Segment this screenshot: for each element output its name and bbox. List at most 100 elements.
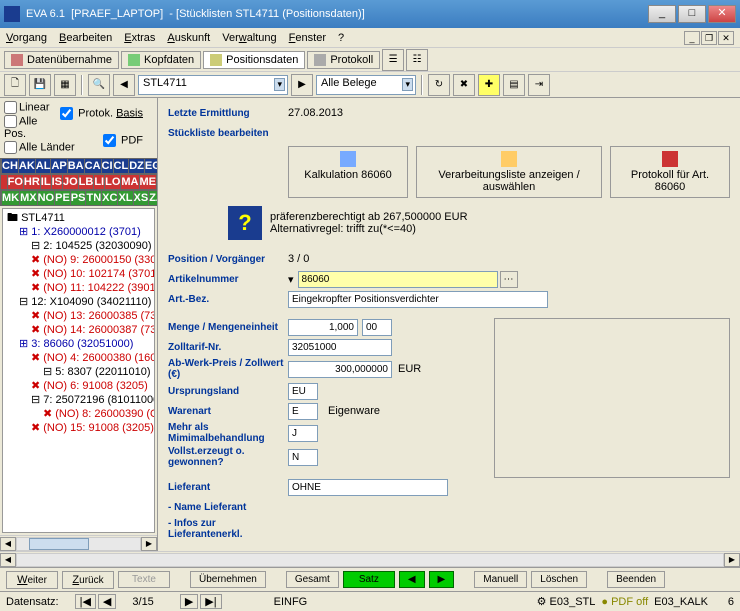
tree-item[interactable]: ✖ (NO) 15: 91008 (3205) xyxy=(7,421,152,435)
menu-verwaltung[interactable]: Verwaltung xyxy=(222,32,276,44)
menu-help[interactable]: ? xyxy=(338,32,344,44)
tb-back-icon[interactable]: ◀ xyxy=(113,74,135,96)
btn-gesamt[interactable]: Gesamt xyxy=(286,571,339,588)
tree-root[interactable]: 🖿 STL4711 xyxy=(5,211,152,225)
tab-extra1[interactable]: ☰ xyxy=(382,49,404,71)
tb-new-icon[interactable]: 🗋 xyxy=(4,74,26,96)
tree-item[interactable]: ⊞ 3: 86060 (32051000) xyxy=(7,337,152,351)
chk-pdf[interactable] xyxy=(103,134,116,147)
tree-item[interactable]: ✖ (NO) 6: 91008 (3205) xyxy=(7,379,152,393)
tab-datenuebernahme[interactable]: Datenübernahme xyxy=(4,51,119,69)
btn-satz-prev[interactable]: ◀ xyxy=(399,571,425,588)
mdi-minimize[interactable]: _ xyxy=(684,31,700,45)
country-grid-1[interactable]: CHAKALAPBACACICLDZEG xyxy=(0,158,157,174)
list-icon xyxy=(501,151,517,167)
tree-item[interactable]: ⊟ 12: X104090 (34021110) xyxy=(7,295,152,309)
letzte-ermittlung-value: 27.08.2013 xyxy=(288,107,343,119)
menu-vorgang[interactable]: VVorgangorgang xyxy=(6,32,47,44)
country-grid-3[interactable]: MKMXNOPEPSTNXCXLXSZA xyxy=(0,190,157,206)
tb-refresh-icon[interactable]: ↻ xyxy=(428,74,450,96)
lieferant-input[interactable] xyxy=(288,479,448,496)
tb-tools-icon[interactable]: ✖ xyxy=(453,74,475,96)
tree-item[interactable]: ⊟ 2: 104525 (32030090) xyxy=(7,239,152,253)
nav-last[interactable]: ▶| xyxy=(200,594,221,609)
tab-protokoll[interactable]: Protokoll xyxy=(307,51,380,69)
menu-auskunft[interactable]: Auskunft xyxy=(167,32,210,44)
minimalbehandlung-input[interactable] xyxy=(288,425,318,442)
menu-fenster[interactable]: Fenster xyxy=(289,32,326,44)
main-hscroll[interactable]: ◀▶ xyxy=(0,551,740,567)
menge-label: Menge / Mengeneinheit xyxy=(168,322,288,333)
artikelnummer-input[interactable] xyxy=(298,271,498,288)
tree-item[interactable]: ✖ (NO) 11: 104222 (39011010) xyxy=(7,281,152,295)
combo-belege[interactable]: Alle Belege xyxy=(316,75,416,95)
position-vorgaenger-label: Position / Vorgänger xyxy=(168,254,288,265)
tree-item[interactable]: ✖ (NO) 10: 102174 (37011010) xyxy=(7,267,152,281)
minimize-button[interactable]: _ xyxy=(648,5,676,23)
tree-item[interactable]: ✖ (NO) 9: 26000150 (33021010) xyxy=(7,253,152,267)
tree-item[interactable]: ✖ (NO) 13: 26000385 (7318220 xyxy=(7,309,152,323)
tree-item[interactable]: ⊞ 1: X260000012 (3701) xyxy=(7,225,152,239)
tree-item[interactable]: ⊟ 5: 8307 (22011010) xyxy=(7,365,152,379)
nav-first[interactable]: |◀ xyxy=(75,594,96,609)
vollst-input[interactable] xyxy=(288,449,318,466)
tb-add-icon[interactable]: ✚ xyxy=(478,74,500,96)
combo-stl[interactable]: STL4711 xyxy=(138,75,288,95)
btn-manuell[interactable]: Manuell xyxy=(474,571,527,588)
name-lieferant-label: - Name Lieferant xyxy=(168,502,288,513)
menge-input[interactable] xyxy=(288,319,358,336)
tb-grid-icon[interactable]: ▤ xyxy=(503,74,525,96)
tree-view[interactable]: 🖿 STL4711 ⊞ 1: X260000012 (3701)⊟ 2: 104… xyxy=(2,208,155,533)
btn-satz[interactable]: Satz xyxy=(343,571,395,588)
tab-kopfdaten[interactable]: Kopfdaten xyxy=(121,51,201,69)
nav-next[interactable]: ▶ xyxy=(180,594,198,609)
praeferenz-text: präferenzberechtigt ab 267,500000 EUR xyxy=(270,211,468,223)
menge-unit-input[interactable] xyxy=(362,319,392,336)
btn-kalkulation[interactable]: Kalkulation 86060 xyxy=(288,146,408,198)
nav-prev[interactable]: ◀ xyxy=(98,594,116,609)
tb-search-icon[interactable]: 🔍 xyxy=(88,74,110,96)
close-button[interactable]: ✕ xyxy=(708,5,736,23)
btn-beenden[interactable]: Beenden xyxy=(607,571,665,588)
chk-protok[interactable] xyxy=(60,107,73,120)
warenart-input[interactable] xyxy=(288,403,318,420)
artbez-input[interactable] xyxy=(288,291,548,308)
zolltarif-input[interactable] xyxy=(288,339,392,356)
btn-loeschen[interactable]: Löschen xyxy=(531,571,587,588)
mdi-close[interactable]: ✕ xyxy=(718,31,734,45)
abwerk-input[interactable] xyxy=(288,361,392,378)
country-grid-2[interactable]: FOHRILISJOLBLILOMAME xyxy=(0,174,157,190)
mdi-restore[interactable]: ❐ xyxy=(701,31,717,45)
detail-panel: Letzte Ermittlung27.08.2013 Stückliste b… xyxy=(158,98,740,551)
tree-item[interactable]: ⊟ 7: 25072196 (81011000) xyxy=(7,393,152,407)
tab-positionsdaten[interactable]: Positionsdaten xyxy=(203,51,305,69)
artnr-lookup-icon[interactable]: ⋯ xyxy=(500,271,518,288)
menu-bearbeiten[interactable]: Bearbeiten xyxy=(59,32,112,44)
maximize-button[interactable]: □ xyxy=(678,5,706,23)
ursprungsland-input[interactable] xyxy=(288,383,318,400)
tb-exit-icon[interactable]: ⇥ xyxy=(528,74,550,96)
question-icon: ? xyxy=(228,206,262,240)
tab-extra2[interactable]: ☷ xyxy=(406,49,428,71)
menu-extras[interactable]: Extras xyxy=(124,32,155,44)
infos-lieferant-label: - Infos zur Lieferantenerkl. xyxy=(168,518,288,540)
position-vorgaenger-value: 3 / 0 xyxy=(288,253,309,265)
tree-item[interactable]: ✖ (NO) 8: 26000390 (OHNE) xyxy=(7,407,152,421)
btn-texte: Texte xyxy=(118,571,170,588)
tree-item[interactable]: ✖ (NO) 4: 26000380 (16024950) xyxy=(7,351,152,365)
btn-verarbeitungsliste[interactable]: Verarbeitungsliste anzeigen / auswählen xyxy=(416,146,602,198)
tree-item[interactable]: ✖ (NO) 14: 26000387 (7306602 xyxy=(7,323,152,337)
btn-protokoll[interactable]: Protokoll für Art. 86060 xyxy=(610,146,730,198)
abwerk-label: Ab-Werk-Preis / Zollwert (€) xyxy=(168,358,288,380)
btn-zurueck[interactable]: Zurück xyxy=(62,571,114,589)
tb-open-icon[interactable]: ▦ xyxy=(54,74,76,96)
btn-weiter[interactable]: Weiter xyxy=(6,571,58,589)
lieferant-label: Lieferant xyxy=(168,482,288,493)
btn-uebernehmen[interactable]: Übernehmen xyxy=(190,571,266,588)
chk-linear[interactable]: Linear Protok. Basis xyxy=(4,101,153,114)
left-hscroll[interactable]: ◀▶ xyxy=(0,535,157,551)
btn-satz-next[interactable]: ▶ xyxy=(429,571,455,588)
artbez-label: Art.-Bez. xyxy=(168,294,288,305)
tb-save-icon[interactable]: 💾 xyxy=(29,74,51,96)
tb-fwd-icon[interactable]: ▶ xyxy=(291,74,313,96)
